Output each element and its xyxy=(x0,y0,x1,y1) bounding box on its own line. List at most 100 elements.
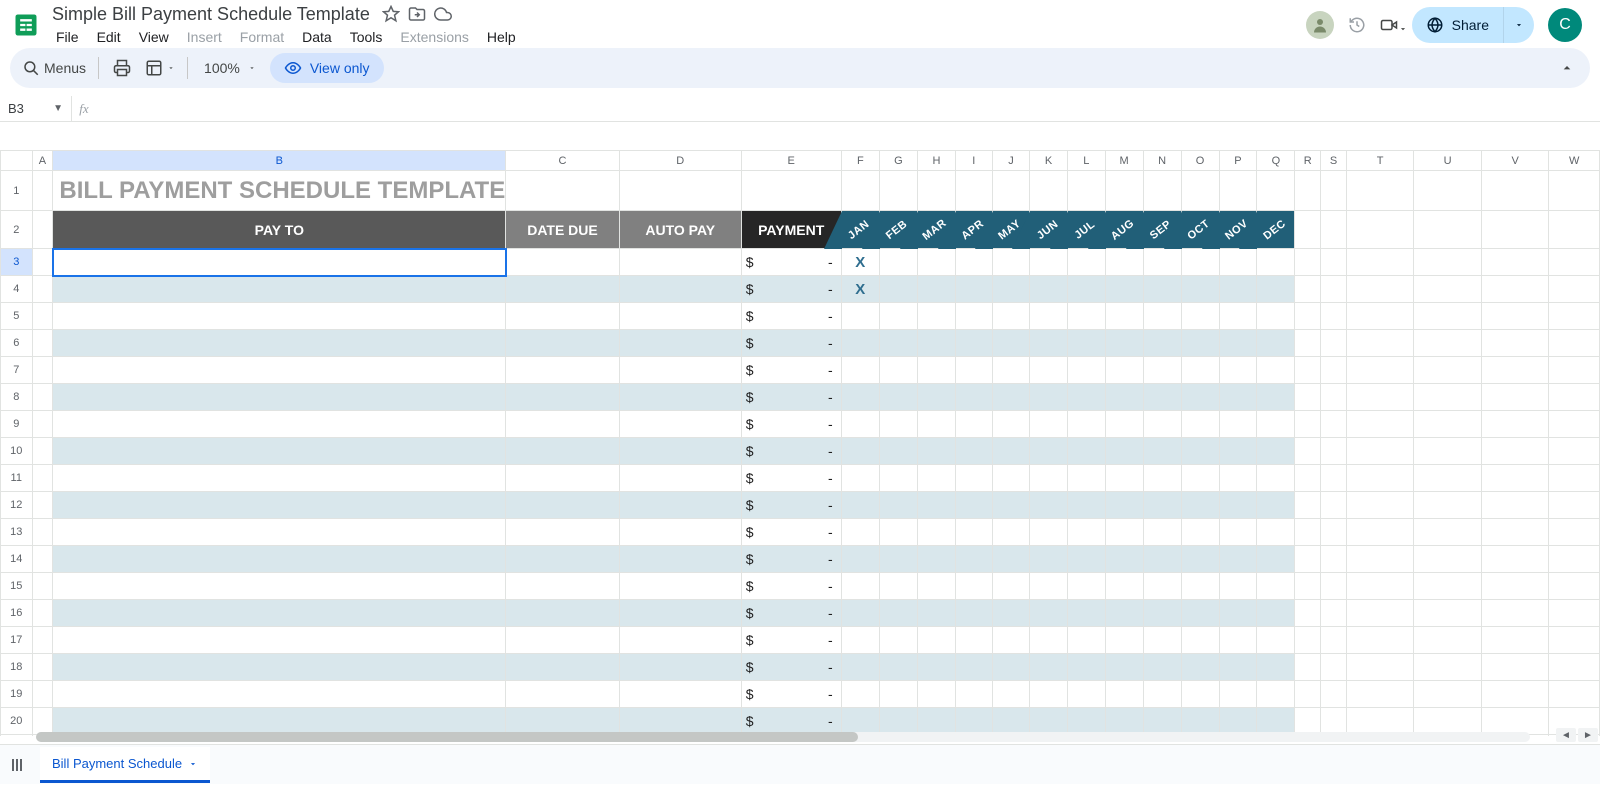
cell-T9[interactable] xyxy=(1346,411,1413,438)
cell-F9[interactable] xyxy=(841,411,879,438)
cell-O13[interactable] xyxy=(1181,519,1219,546)
col-header-C[interactable]: C xyxy=(506,151,620,171)
cell-J11[interactable] xyxy=(992,465,1029,492)
cell-P15[interactable] xyxy=(1219,573,1257,600)
cell-B12[interactable] xyxy=(53,492,506,519)
col-header-W[interactable]: W xyxy=(1549,151,1600,171)
col-header-U[interactable]: U xyxy=(1414,151,1482,171)
cell-M16[interactable] xyxy=(1105,600,1143,627)
cell-I9[interactable] xyxy=(955,411,992,438)
cell-W16[interactable] xyxy=(1549,600,1600,627)
cell-T3[interactable] xyxy=(1346,249,1413,276)
cell-V6[interactable] xyxy=(1481,330,1548,357)
cell-O6[interactable] xyxy=(1181,330,1219,357)
cell-R16[interactable] xyxy=(1295,600,1321,627)
row-header-18[interactable]: 18 xyxy=(1,654,33,681)
cell-T17[interactable] xyxy=(1346,627,1413,654)
cell-S8[interactable] xyxy=(1321,384,1347,411)
cell-F6[interactable] xyxy=(841,330,879,357)
cell-C10[interactable] xyxy=(506,438,620,465)
cell-S17[interactable] xyxy=(1321,627,1347,654)
cell-Q15[interactable] xyxy=(1257,573,1295,600)
cell-T7[interactable] xyxy=(1346,357,1413,384)
cell-I3[interactable] xyxy=(955,249,992,276)
sheet-tab-active[interactable]: Bill Payment Schedule xyxy=(40,747,210,783)
cell-P10[interactable] xyxy=(1219,438,1257,465)
row-header-7[interactable]: 7 xyxy=(1,357,33,384)
cell-D12[interactable] xyxy=(619,492,741,519)
cell-E12[interactable]: $- xyxy=(741,492,841,519)
cell-V2[interactable] xyxy=(1481,211,1548,249)
cell-A20[interactable] xyxy=(32,708,53,735)
cell-E7[interactable]: $- xyxy=(741,357,841,384)
cell-N8[interactable] xyxy=(1143,384,1181,411)
cell-R6[interactable] xyxy=(1295,330,1321,357)
cell-Q14[interactable] xyxy=(1257,546,1295,573)
cell-U18[interactable] xyxy=(1414,654,1482,681)
cell-U13[interactable] xyxy=(1414,519,1482,546)
cell-C11[interactable] xyxy=(506,465,620,492)
cell-U9[interactable] xyxy=(1414,411,1482,438)
cell-V7[interactable] xyxy=(1481,357,1548,384)
cell-K13[interactable] xyxy=(1030,519,1068,546)
row-header-20[interactable]: 20 xyxy=(1,708,33,735)
cell-J15[interactable] xyxy=(992,573,1029,600)
cell-V20[interactable] xyxy=(1481,708,1548,735)
cell-V5[interactable] xyxy=(1481,303,1548,330)
cell-Q20[interactable] xyxy=(1257,708,1295,735)
cell-C18[interactable] xyxy=(506,654,620,681)
cell-U2[interactable] xyxy=(1414,211,1482,249)
cell-G10[interactable] xyxy=(879,438,917,465)
cell-F10[interactable] xyxy=(841,438,879,465)
cell-B2[interactable]: PAY TO xyxy=(53,211,506,249)
cell-D19[interactable] xyxy=(619,681,741,708)
scroll-right-button[interactable]: ► xyxy=(1578,728,1598,742)
cell-S11[interactable] xyxy=(1321,465,1347,492)
cell-C19[interactable] xyxy=(506,681,620,708)
cell-I13[interactable] xyxy=(955,519,992,546)
col-header-H[interactable]: H xyxy=(917,151,955,171)
cell-U15[interactable] xyxy=(1414,573,1482,600)
cell-T4[interactable] xyxy=(1346,276,1413,303)
cell-W3[interactable] xyxy=(1549,249,1600,276)
cell-L16[interactable] xyxy=(1067,600,1105,627)
cell-V15[interactable] xyxy=(1481,573,1548,600)
cell-E6[interactable]: $- xyxy=(741,330,841,357)
menu-format[interactable]: Format xyxy=(232,27,292,47)
cell-N1[interactable] xyxy=(1143,171,1181,211)
cell-G3[interactable] xyxy=(879,249,917,276)
cell-Q11[interactable] xyxy=(1257,465,1295,492)
cell-G12[interactable] xyxy=(879,492,917,519)
cell-M15[interactable] xyxy=(1105,573,1143,600)
cell-M9[interactable] xyxy=(1105,411,1143,438)
cell-R15[interactable] xyxy=(1295,573,1321,600)
cell-W5[interactable] xyxy=(1549,303,1600,330)
star-icon[interactable] xyxy=(382,5,400,23)
cell-K9[interactable] xyxy=(1030,411,1068,438)
cell-R7[interactable] xyxy=(1295,357,1321,384)
cell-S10[interactable] xyxy=(1321,438,1347,465)
cell-L5[interactable] xyxy=(1067,303,1105,330)
cell-S2[interactable] xyxy=(1321,211,1347,249)
cell-A9[interactable] xyxy=(32,411,53,438)
cell-P6[interactable] xyxy=(1219,330,1257,357)
cell-J7[interactable] xyxy=(992,357,1029,384)
cell-B4[interactable] xyxy=(53,276,506,303)
spreadsheet-grid[interactable]: ABCDEFGHIJKLMNOPQRSTUVW1BILL PAYMENT SCH… xyxy=(0,150,1600,736)
cell-J19[interactable] xyxy=(992,681,1029,708)
cell-F3[interactable]: X xyxy=(841,249,879,276)
cell-G17[interactable] xyxy=(879,627,917,654)
cell-C6[interactable] xyxy=(506,330,620,357)
cell-L15[interactable] xyxy=(1067,573,1105,600)
cell-N11[interactable] xyxy=(1143,465,1181,492)
cell-R8[interactable] xyxy=(1295,384,1321,411)
cell-L20[interactable] xyxy=(1067,708,1105,735)
view-only-pill[interactable]: View only xyxy=(270,53,384,83)
cell-T8[interactable] xyxy=(1346,384,1413,411)
cell-O15[interactable] xyxy=(1181,573,1219,600)
cell-R19[interactable] xyxy=(1295,681,1321,708)
cell-L1[interactable] xyxy=(1067,171,1105,211)
cell-A13[interactable] xyxy=(32,519,53,546)
cell-S13[interactable] xyxy=(1321,519,1347,546)
cell-T11[interactable] xyxy=(1346,465,1413,492)
